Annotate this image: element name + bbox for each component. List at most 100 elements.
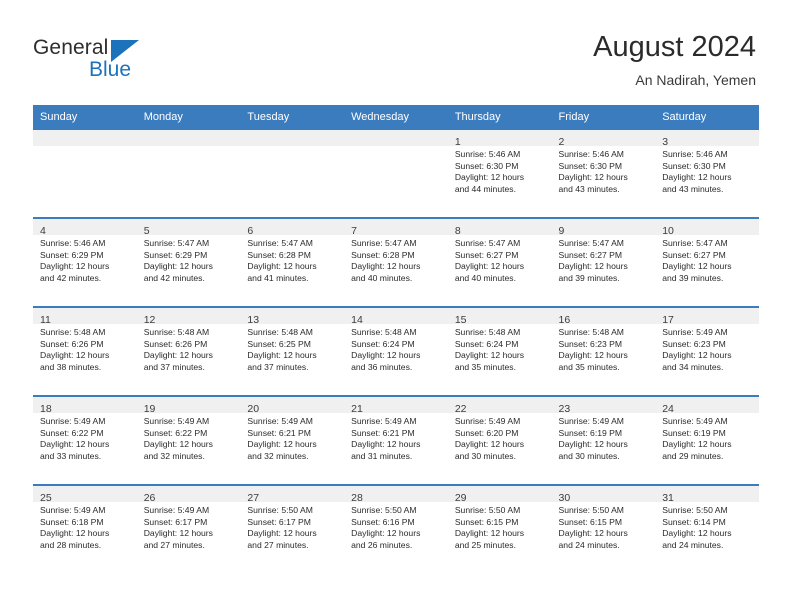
day-number: 30 (558, 492, 571, 504)
day-cell-details: Sunrise: 5:49 AM Sunset: 6:19 PM Daylight:… (655, 413, 759, 462)
day-cell-inner: 2 Sunrise: 5:46 AM Sunset: 6:30 PM Daylight… (551, 130, 656, 217)
calendar-day-cell[interactable]: 17 Sunrise: 5:49 AM Sunset: 6:23 PM Dayligh… (655, 306, 759, 396)
day-detail-line: Daylight: 12 hours (143, 439, 213, 450)
weekday-header-monday: Monday (136, 105, 241, 129)
day-number-band: 30 (551, 486, 656, 504)
day-cell-details: Sunrise: 5:50 AM Sunset: 6:15 PM Daylight:… (552, 502, 656, 551)
day-cell-details: Sunrise: 5:47 AM Sunset: 6:29 PM Daylight:… (137, 235, 241, 284)
calendar-day-cell[interactable]: 25 Sunrise: 5:49 AM Sunset: 6:18 PM Dayligh… (33, 484, 137, 573)
calendar-day-cell[interactable]: 10 Sunrise: 5:47 AM Sunset: 6:27 PM Dayligh… (655, 217, 759, 307)
calendar-day-cell[interactable]: 20 Sunrise: 5:49 AM Sunset: 6:21 PM Dayligh… (240, 395, 345, 485)
weekday-header-friday: Friday (551, 105, 656, 129)
day-detail-line: Sunset: 6:26 PM (143, 338, 208, 349)
calendar-day-cell[interactable]: 22 Sunrise: 5:49 AM Sunset: 6:20 PM Dayligh… (447, 395, 552, 485)
calendar-day-cell[interactable]: 30 Sunrise: 5:50 AM Sunset: 6:15 PM Dayligh… (551, 484, 656, 573)
day-cell-details: Sunrise: 5:49 AM Sunset: 6:17 PM Daylight:… (137, 502, 241, 551)
calendar-day-cell[interactable]: 15 Sunrise: 5:48 AM Sunset: 6:24 PM Dayligh… (447, 306, 552, 396)
day-detail-line: Daylight: 12 hours (351, 528, 421, 539)
day-detail-line: and 42 minutes. (143, 272, 205, 283)
day-detail-line: and 29 minutes. (662, 450, 724, 461)
day-detail-line: Sunrise: 5:47 AM (662, 238, 728, 248)
day-cell-details: Sunrise: 5:50 AM Sunset: 6:16 PM Daylight:… (344, 502, 448, 551)
day-cell-details (240, 146, 344, 149)
calendar-day-cell[interactable]: 18 Sunrise: 5:49 AM Sunset: 6:22 PM Dayligh… (33, 395, 137, 485)
day-number-band: 5 (136, 219, 241, 237)
day-cell-inner: 20 Sunrise: 5:49 AM Sunset: 6:21 PM Dayligh… (240, 397, 345, 484)
day-cell-inner (136, 130, 241, 217)
calendar-page: General Blue August 2024 An Nadirah, Yem… (0, 0, 792, 612)
day-cell-details: Sunrise: 5:48 AM Sunset: 6:24 PM Daylight:… (448, 324, 552, 373)
day-number: 12 (143, 314, 156, 326)
weekday-header-wednesday: Wednesday (344, 105, 448, 129)
day-detail-line: Daylight: 12 hours (40, 350, 110, 361)
day-number-band: 17 (655, 308, 759, 326)
calendar-day-cell[interactable]: 27 Sunrise: 5:50 AM Sunset: 6:17 PM Dayligh… (240, 484, 345, 573)
day-detail-line: Daylight: 12 hours (662, 261, 732, 272)
day-detail-line: Sunrise: 5:48 AM (143, 327, 210, 337)
calendar-day-cell[interactable]: 3 Sunrise: 5:46 AM Sunset: 6:30 PM Daylight… (655, 128, 759, 218)
calendar-day-cell[interactable]: 4 Sunrise: 5:46 AM Sunset: 6:29 PM Daylight… (33, 217, 137, 307)
calendar-day-cell[interactable]: 14 Sunrise: 5:48 AM Sunset: 6:24 PM Dayligh… (344, 306, 448, 396)
day-detail-line: Sunset: 6:18 PM (40, 516, 104, 527)
day-detail-line: Sunrise: 5:48 AM (247, 327, 313, 337)
calendar-day-cell[interactable]: 9 Sunrise: 5:47 AM Sunset: 6:27 PM Daylight… (551, 217, 656, 307)
day-detail-line: and 26 minutes. (351, 539, 413, 550)
day-detail-line: and 43 minutes. (558, 183, 620, 194)
day-number-band: 14 (344, 308, 448, 326)
day-detail-line: Daylight: 12 hours (662, 528, 732, 539)
day-detail-line: Daylight: 12 hours (662, 350, 732, 361)
calendar-day-cell[interactable]: 19 Sunrise: 5:49 AM Sunset: 6:22 PM Dayligh… (136, 395, 241, 485)
day-number-band: 31 (655, 486, 759, 504)
day-number-band: 10 (655, 219, 759, 237)
calendar-day-cell[interactable]: 26 Sunrise: 5:49 AM Sunset: 6:17 PM Dayligh… (136, 484, 241, 573)
day-cell-details: Sunrise: 5:48 AM Sunset: 6:23 PM Daylight:… (552, 324, 656, 373)
day-number-band: 2 (551, 130, 656, 148)
calendar-day-cell[interactable]: 7 Sunrise: 5:47 AM Sunset: 6:28 PM Daylight… (344, 217, 448, 307)
day-cell-inner: 6 Sunrise: 5:47 AM Sunset: 6:28 PM Daylight… (240, 219, 345, 306)
calendar-day-cell[interactable]: 8 Sunrise: 5:47 AM Sunset: 6:27 PM Daylight… (447, 217, 552, 307)
day-detail-line: Sunrise: 5:49 AM (454, 416, 521, 426)
day-number: 2 (558, 136, 565, 148)
calendar-body: 1 Sunrise: 5:46 AM Sunset: 6:30 PM Daylight… (33, 128, 759, 573)
calendar-day-cell[interactable]: 6 Sunrise: 5:47 AM Sunset: 6:28 PM Daylight… (240, 217, 345, 307)
day-detail-line: and 25 minutes. (454, 539, 516, 550)
day-detail-line: Sunrise: 5:49 AM (662, 327, 728, 337)
day-cell-details: Sunrise: 5:50 AM Sunset: 6:17 PM Daylight:… (240, 502, 344, 551)
calendar-day-cell[interactable]: 23 Sunrise: 5:49 AM Sunset: 6:19 PM Dayligh… (551, 395, 656, 485)
day-detail-line: and 27 minutes. (247, 539, 309, 550)
day-detail-line: Daylight: 12 hours (351, 350, 421, 361)
day-detail-line: Sunrise: 5:47 AM (143, 238, 210, 248)
day-cell-inner: 13 Sunrise: 5:48 AM Sunset: 6:25 PM Dayligh… (240, 308, 345, 395)
calendar-day-cell[interactable]: 28 Sunrise: 5:50 AM Sunset: 6:16 PM Dayligh… (344, 484, 448, 573)
day-number: 21 (351, 403, 363, 415)
calendar-day-cell[interactable]: 5 Sunrise: 5:47 AM Sunset: 6:29 PM Daylight… (136, 217, 241, 307)
calendar-day-cell[interactable]: 21 Sunrise: 5:49 AM Sunset: 6:21 PM Dayligh… (344, 395, 448, 485)
calendar-day-cell[interactable]: 1 Sunrise: 5:46 AM Sunset: 6:30 PM Daylight… (447, 128, 552, 218)
day-cell-inner: 18 Sunrise: 5:49 AM Sunset: 6:22 PM Dayligh… (33, 397, 137, 484)
day-detail-line: Sunset: 6:23 PM (558, 338, 623, 349)
calendar-day-cell[interactable]: 31 Sunrise: 5:50 AM Sunset: 6:14 PM Dayligh… (655, 484, 759, 573)
day-detail-line: Daylight: 12 hours (247, 261, 317, 272)
day-detail-line: Sunset: 6:17 PM (143, 516, 208, 527)
calendar-day-cell[interactable]: 29 Sunrise: 5:50 AM Sunset: 6:15 PM Dayligh… (447, 484, 552, 573)
day-number-band: 26 (136, 486, 241, 504)
calendar-day-cell[interactable]: 11 Sunrise: 5:48 AM Sunset: 6:26 PM Dayligh… (33, 306, 137, 396)
brand-logo[interactable]: General Blue (33, 36, 233, 88)
calendar-day-cell[interactable]: 13 Sunrise: 5:48 AM Sunset: 6:25 PM Dayligh… (240, 306, 345, 396)
calendar-day-cell[interactable]: 24 Sunrise: 5:49 AM Sunset: 6:19 PM Dayligh… (655, 395, 759, 485)
calendar-day-cell[interactable]: 16 Sunrise: 5:48 AM Sunset: 6:23 PM Dayligh… (551, 306, 656, 396)
calendar-day-cell[interactable]: 12 Sunrise: 5:48 AM Sunset: 6:26 PM Dayligh… (136, 306, 241, 396)
day-number: 8 (454, 225, 461, 237)
day-detail-line: and 37 minutes. (143, 361, 205, 372)
calendar-empty-cell (344, 128, 448, 218)
day-cell-inner: 28 Sunrise: 5:50 AM Sunset: 6:16 PM Dayligh… (344, 486, 448, 573)
calendar-week-row: 18 Sunrise: 5:49 AM Sunset: 6:22 PM Dayligh… (33, 395, 759, 485)
day-cell-details: Sunrise: 5:47 AM Sunset: 6:28 PM Daylight:… (240, 235, 344, 284)
day-detail-line: and 35 minutes. (558, 361, 620, 372)
calendar-day-cell[interactable]: 2 Sunrise: 5:46 AM Sunset: 6:30 PM Daylight… (551, 128, 656, 218)
day-number-band: 13 (240, 308, 345, 326)
day-number-band (33, 130, 137, 146)
day-number-band: 29 (447, 486, 552, 504)
day-detail-line: Daylight: 12 hours (40, 528, 110, 539)
day-number-band: 22 (447, 397, 552, 415)
